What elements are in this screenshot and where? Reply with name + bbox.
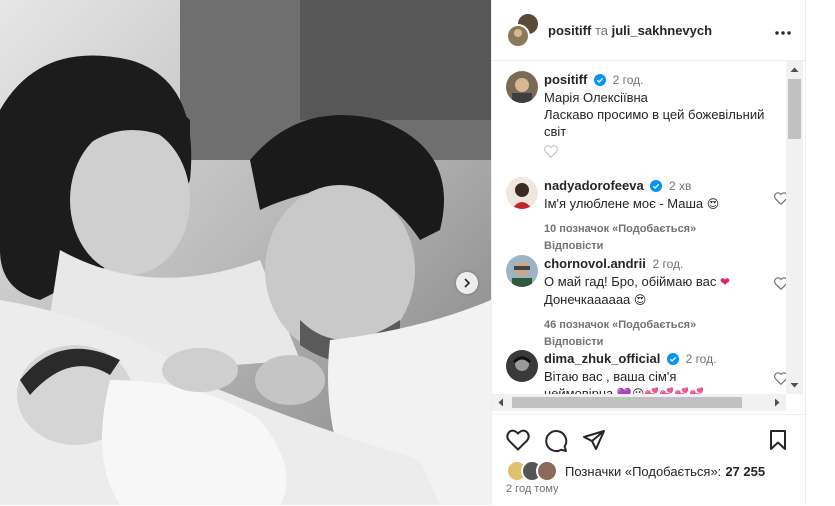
comment-username[interactable]: positiff (544, 72, 587, 87)
vertical-scrollbar-thumb[interactable] (788, 79, 801, 139)
avatar[interactable] (506, 71, 538, 103)
scroll-left-icon[interactable] (495, 394, 507, 411)
like-button[interactable] (506, 429, 530, 456)
comment-text: неймовірна (544, 386, 614, 394)
comment-button[interactable] (544, 429, 568, 458)
comment-body: chornovol.andrii 2 год. О май гад! Бро, … (544, 255, 770, 351)
comment-time: 2 год. (612, 73, 644, 87)
comment-body: positiff 2 год. Марія Олексіївна Ласкаво… (544, 71, 770, 162)
coauthor-username[interactable]: juli_sakhnevych (612, 23, 712, 38)
more-horizontal-icon (775, 31, 791, 35)
photo-illustration (0, 0, 491, 505)
comment-time: 2 год. (652, 257, 684, 271)
reply-button[interactable]: Відповісти (544, 336, 603, 348)
save-button[interactable] (768, 429, 788, 456)
comment-body: dima_zhuk_official 2 год. Вітаю вас , ва… (544, 350, 770, 394)
comment-item: chornovol.andrii 2 год. О май гад! Бро, … (506, 255, 788, 348)
comment-body: nadyadorofeeva 2 хв Ім'я улюблене моє - … (544, 177, 770, 255)
comment-text: Вітаю вас , ваша сім'я (544, 369, 677, 384)
reply-button[interactable]: Відповісти (544, 240, 603, 252)
post-authors: positiff та juli_sakhnevych (548, 23, 712, 38)
share-icon (583, 430, 605, 450)
author-avatars[interactable] (506, 12, 542, 48)
avatar[interactable] (506, 255, 538, 287)
avatar[interactable] (506, 177, 538, 209)
scroll-down-icon[interactable] (786, 379, 803, 391)
comment-time: 2 хв (668, 179, 692, 193)
comment-emoji: 😍 (706, 197, 720, 211)
comment-username[interactable]: dima_zhuk_official (544, 351, 660, 366)
comment-emoji: 💜😘💕💕💕💕 (616, 387, 705, 394)
verified-badge-icon (593, 74, 606, 86)
comment-item: nadyadorofeeva 2 хв Ім'я улюблене моє - … (506, 177, 788, 252)
verified-badge-icon (650, 180, 663, 192)
comment-text: О май гад! Бро, обіймаю вас (544, 274, 717, 289)
heart-icon (544, 145, 558, 159)
post-header: positiff та juli_sakhnevych (492, 0, 805, 61)
avatar-image (506, 71, 538, 103)
avatar[interactable] (506, 350, 538, 382)
caption-comment: positiff 2 год. Марія Олексіївна Ласкаво… (506, 71, 788, 161)
heart-icon (506, 429, 530, 451)
avatar (536, 460, 558, 482)
likes-summary[interactable]: Позначки «Подобається»: 27 255 (506, 460, 765, 482)
more-options-button[interactable] (775, 22, 791, 40)
likes-count: 27 255 (725, 463, 766, 479)
comment-text: Донечкаааааа (544, 292, 631, 307)
likes-label: Позначки «Подобається»: (565, 463, 722, 479)
share-button[interactable] (582, 429, 606, 456)
avatar-image (506, 177, 538, 209)
caption-line: Ласкаво просимо в цей божевільний світ (544, 107, 765, 139)
post-panel: positiff та juli_sakhnevych positiff 2 г… (491, 0, 806, 505)
scroll-right-icon[interactable] (771, 394, 783, 411)
comment-emoji: ❤ (719, 275, 731, 289)
verified-badge-icon (666, 353, 679, 365)
avatar-image (506, 255, 538, 287)
author-username[interactable]: positiff (548, 23, 591, 38)
comment-likes-count[interactable]: 10 позначок «Подобається» (544, 223, 696, 235)
post-time: 2 год тому (506, 483, 559, 495)
scroll-up-icon[interactable] (786, 64, 803, 76)
comments-list[interactable]: positiff 2 год. Марія Олексіївна Ласкаво… (492, 61, 805, 394)
comment-icon (545, 430, 568, 453)
chevron-right-icon (464, 278, 471, 288)
horizontal-scrollbar-thumb[interactable] (512, 397, 742, 408)
next-photo-button[interactable] (456, 272, 478, 294)
caption-line: Марія Олексіївна (544, 90, 648, 105)
comment-username[interactable]: chornovol.andrii (544, 256, 646, 271)
post-photo (0, 0, 491, 505)
comment-text: Ім'я улюблене моє - Маша (544, 196, 704, 211)
comment-likes-count[interactable]: 46 позначок «Подобається» (544, 319, 696, 331)
horizontal-scrollbar[interactable] (492, 394, 786, 411)
vertical-scrollbar[interactable] (786, 61, 803, 394)
bookmark-icon (770, 430, 786, 450)
comment-emoji: 😍 (633, 293, 647, 307)
avatar (506, 12, 540, 48)
comment-username[interactable]: nadyadorofeeva (544, 178, 644, 193)
post-actions: Позначки «Подобається»: 27 255 2 год том… (492, 414, 805, 506)
author-connector: та (594, 22, 608, 38)
comment-time: 2 год. (685, 352, 717, 366)
comment-item: dima_zhuk_official 2 год. Вітаю вас , ва… (506, 350, 788, 394)
caption-like-button[interactable] (544, 145, 770, 162)
avatar-image (506, 350, 538, 382)
